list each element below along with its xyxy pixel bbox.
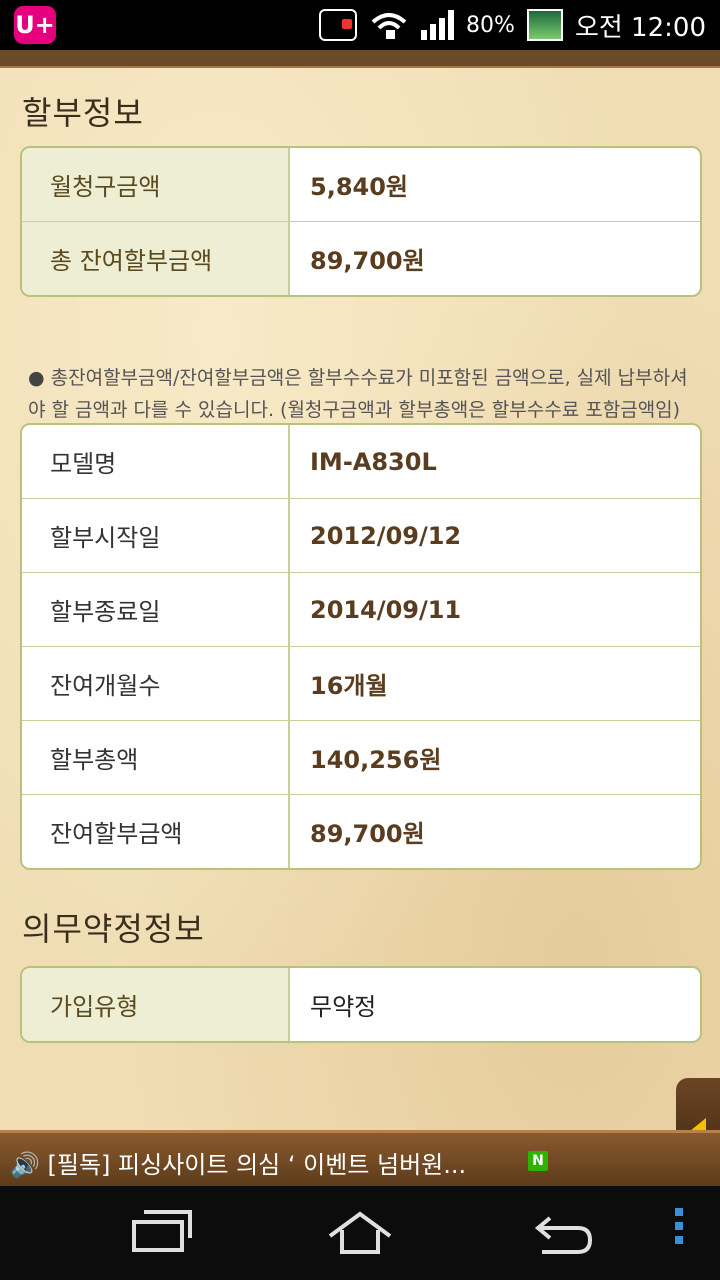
table-row: 총 잔여할부금액 89,700원 [22, 222, 700, 295]
picture-notification-icon [526, 9, 563, 41]
recent-apps-button[interactable] [120, 1206, 200, 1260]
row-value: 89,700원 [310, 247, 425, 275]
installment-title: 할부정보 [22, 94, 144, 132]
installment-note: ● 총잔여할부금액/잔여할부금액은 할부수수료가 미포함된 금액으로, 실제 납… [28, 362, 698, 426]
recent-apps-icon-front [132, 1220, 184, 1252]
installment-summary-table: 월청구금액 5,840원 총 잔여할부금액 89,700원 [20, 146, 702, 297]
table-row: 할부종료일 2014/09/11 [22, 573, 700, 647]
table-row: 월청구금액 5,840원 [22, 148, 700, 222]
row-value: 140,256원 [310, 746, 442, 774]
clock: 오전 12:00 [574, 12, 706, 43]
table-row: 모델명 IM-A830L [22, 425, 700, 499]
row-label: 가입유형 [22, 968, 290, 1041]
menu-dot [675, 1208, 683, 1216]
row-value: 무약정 [310, 993, 377, 1021]
home-button[interactable] [320, 1206, 400, 1260]
row-label: 할부시작일 [22, 499, 290, 572]
home-icon [328, 1211, 392, 1254]
menu-dot [675, 1236, 683, 1244]
status-bar: U+ 80% 오전 12:00 [0, 0, 720, 50]
signal-icon [421, 10, 455, 40]
contract-title: 의무약정정보 [22, 910, 205, 948]
contract-table: 가입유형 무약정 [20, 966, 702, 1043]
bullet-icon: ● [28, 367, 45, 389]
content-area[interactable]: 할부정보 월청구금액 5,840원 총 잔여할부금액 89,700원 ● 총잔여… [0, 68, 720, 1130]
table-row: 할부시작일 2012/09/12 [22, 499, 700, 573]
row-label: 할부종료일 [22, 573, 290, 646]
news-ticker[interactable]: 🔊 [필독] 피싱사이트 의심 ‘ 이벤트 넘버원... N [0, 1130, 720, 1189]
carrier-logo: U+ [14, 6, 56, 44]
row-label: 잔여개월수 [22, 647, 290, 720]
wifi-icon [371, 13, 407, 39]
ticker-text: [필독] 피싱사이트 의심 ‘ 이벤트 넘버원... [47, 1151, 467, 1179]
back-button[interactable] [520, 1206, 600, 1260]
menu-dot [675, 1222, 683, 1230]
header-strip [0, 50, 720, 68]
row-value: 89,700원 [310, 820, 425, 848]
new-badge: N [528, 1151, 548, 1171]
speaker-icon: 🔊 [10, 1151, 40, 1179]
gamepad-icon [319, 9, 358, 41]
row-label: 총 잔여할부금액 [22, 222, 290, 295]
row-label: 할부총액 [22, 721, 290, 794]
row-label: 잔여할부금액 [22, 795, 290, 868]
table-row: 가입유형 무약정 [22, 968, 700, 1041]
table-row: 잔여할부금액 89,700원 [22, 795, 700, 868]
back-icon [534, 1216, 593, 1254]
row-label: 모델명 [22, 425, 290, 498]
row-value: 5,840원 [310, 173, 408, 201]
battery-percent: 80% [466, 12, 515, 38]
row-value: 16개월 [310, 672, 388, 700]
table-row: 잔여개월수 16개월 [22, 647, 700, 721]
row-label: 월청구금액 [22, 148, 290, 221]
installment-details-table: 모델명 IM-A830L 할부시작일 2012/09/12 할부종료일 2014… [20, 423, 702, 870]
row-value: IM-A830L [310, 447, 437, 476]
row-value: 2012/09/12 [310, 521, 462, 550]
row-value: 2014/09/11 [310, 595, 462, 624]
menu-button[interactable] [664, 1208, 694, 1258]
note-text: 총잔여할부금액/잔여할부금액은 할부수수료가 미포함된 금액으로, 실제 납부하… [28, 367, 688, 421]
table-row: 할부총액 140,256원 [22, 721, 700, 795]
navigation-bar [0, 1186, 720, 1280]
